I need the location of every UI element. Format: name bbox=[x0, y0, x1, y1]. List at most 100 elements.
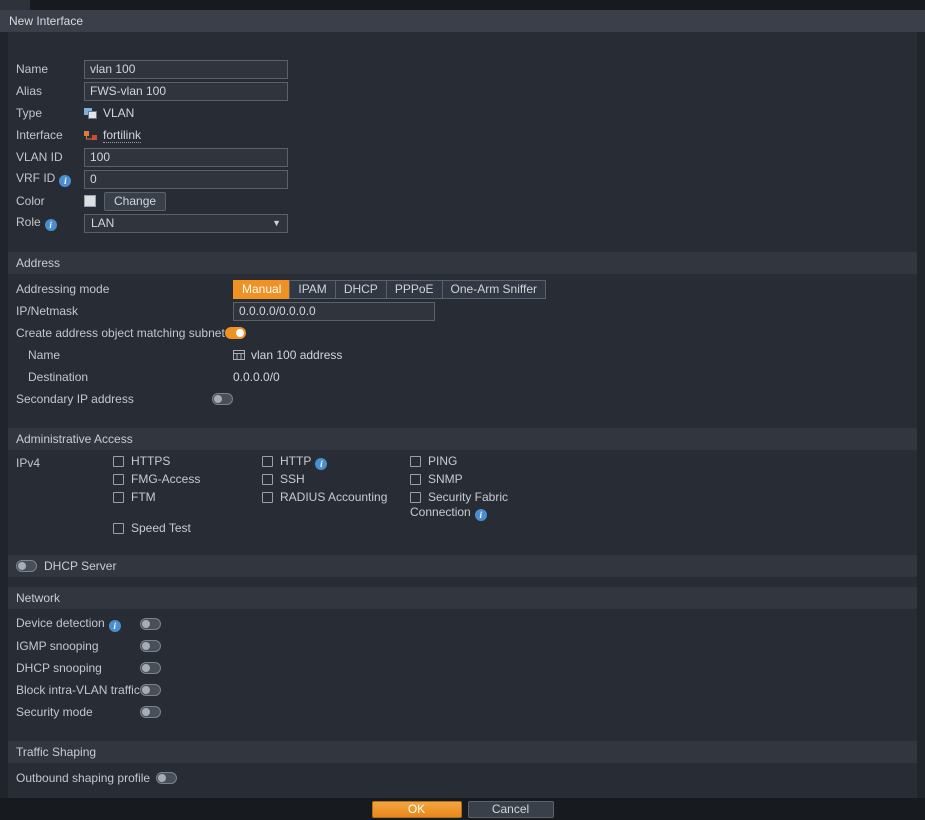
info-icon[interactable] bbox=[44, 219, 57, 231]
checkbox-icon[interactable] bbox=[262, 474, 273, 485]
checkbox-snmp[interactable]: SNMP bbox=[410, 472, 590, 487]
type-value: VLAN bbox=[103, 106, 135, 120]
info-icon[interactable] bbox=[474, 509, 487, 521]
dhcp-snooping-label: DHCP snooping bbox=[16, 661, 102, 675]
addressing-mode-option-ipam[interactable]: IPAM bbox=[289, 279, 336, 299]
role-select[interactable]: LAN ▼ bbox=[84, 213, 288, 233]
address-object-name-value: vlan 100 address bbox=[251, 348, 343, 362]
addressing-mode-segmented: Manual IPAM DHCP PPPoE One-Arm Sniffer bbox=[233, 279, 547, 299]
checkbox-fmg-access[interactable]: FMG-Access bbox=[113, 472, 262, 487]
role-row: Role LAN ▼ bbox=[8, 212, 917, 234]
dhcp-server-row: DHCP Server bbox=[8, 555, 917, 577]
address-object-name-label: Name bbox=[28, 348, 61, 362]
addressing-mode-option-dhcp[interactable]: DHCP bbox=[334, 279, 387, 299]
name-row: Name bbox=[8, 58, 917, 80]
checkbox-icon[interactable] bbox=[410, 456, 421, 467]
outbound-shaping-profile-label: Outbound shaping profile bbox=[16, 771, 151, 785]
type-row: Type VLAN bbox=[8, 102, 917, 124]
addressing-mode-option-pppoe[interactable]: PPPoE bbox=[385, 279, 443, 299]
ipv4-access-block: IPv4 HTTPS HTTP PING FMG-Access SSH SNMP… bbox=[8, 454, 917, 539]
checkbox-ssh[interactable]: SSH bbox=[262, 472, 410, 487]
window-chrome bbox=[0, 0, 925, 10]
security-mode-label: Security mode bbox=[16, 705, 93, 719]
section-header-traffic-shaping: Traffic Shaping bbox=[8, 741, 917, 763]
interface-value-link[interactable]: fortilink bbox=[103, 128, 142, 143]
checkbox-icon[interactable] bbox=[410, 492, 421, 503]
checkbox-icon[interactable] bbox=[262, 492, 273, 503]
checkbox-icon[interactable] bbox=[113, 523, 124, 534]
alias-row: Alias bbox=[8, 80, 917, 102]
color-swatch[interactable] bbox=[84, 195, 96, 207]
addressing-mode-row: Addressing mode Manual IPAM DHCP PPPoE O… bbox=[8, 278, 917, 300]
destination-label: Destination bbox=[28, 370, 89, 384]
checkbox-security-fabric-connection[interactable]: Security Fabric Connection bbox=[410, 490, 514, 521]
vlan-id-label: VLAN ID bbox=[16, 150, 63, 164]
outbound-shaping-profile-toggle[interactable] bbox=[156, 772, 178, 784]
color-row: Color Change bbox=[8, 190, 917, 212]
outbound-shaping-profile-row: Outbound shaping profile bbox=[8, 767, 917, 789]
info-icon[interactable] bbox=[59, 175, 72, 187]
info-icon[interactable] bbox=[315, 458, 328, 470]
igmp-snooping-toggle[interactable] bbox=[140, 640, 161, 652]
checkbox-icon[interactable] bbox=[262, 456, 273, 467]
checkbox-https[interactable]: HTTPS bbox=[113, 454, 262, 469]
toggle-knob bbox=[235, 329, 244, 337]
chrome-tab bbox=[0, 0, 30, 10]
ip-netmask-row: IP/Netmask bbox=[8, 300, 917, 322]
create-address-object-label: Create address object matching subnet bbox=[16, 326, 225, 340]
info-icon[interactable] bbox=[108, 620, 121, 632]
dhcp-server-label: DHCP Server bbox=[44, 559, 117, 573]
checkbox-ping[interactable]: PING bbox=[410, 454, 590, 469]
page-title: New Interface bbox=[9, 14, 84, 28]
ok-button[interactable]: OK bbox=[371, 800, 462, 818]
dhcp-server-toggle[interactable] bbox=[16, 560, 37, 572]
name-label: Name bbox=[16, 62, 49, 76]
dhcp-snooping-toggle[interactable] bbox=[140, 662, 161, 674]
checkbox-http[interactable]: HTTP bbox=[262, 454, 410, 470]
toggle-knob bbox=[142, 708, 150, 716]
alias-input[interactable] bbox=[84, 81, 288, 101]
color-label: Color bbox=[16, 194, 45, 208]
address-object-name-row: Name vlan 100 address bbox=[8, 344, 917, 366]
addressing-mode-label: Addressing mode bbox=[16, 282, 110, 296]
device-detection-toggle[interactable] bbox=[140, 618, 161, 630]
type-label: Type bbox=[16, 106, 43, 120]
device-detection-label: Device detection bbox=[16, 616, 140, 632]
security-mode-row: Security mode bbox=[8, 701, 917, 723]
vrf-id-input[interactable] bbox=[84, 169, 288, 189]
checkbox-speed-test[interactable]: Speed Test bbox=[113, 521, 262, 536]
checkbox-icon[interactable] bbox=[113, 474, 124, 485]
secondary-ip-row: Secondary IP address bbox=[8, 388, 917, 410]
vrf-id-label: VRF ID bbox=[16, 171, 84, 187]
role-selected-value: LAN bbox=[91, 216, 115, 230]
destination-value: 0.0.0.0/0 bbox=[233, 370, 280, 384]
checkbox-ftm[interactable]: FTM bbox=[113, 490, 262, 505]
chevron-down-icon: ▼ bbox=[272, 218, 281, 228]
ip-netmask-input[interactable] bbox=[233, 301, 435, 321]
ip-netmask-label: IP/Netmask bbox=[16, 304, 79, 318]
vlan-id-row: VLAN ID bbox=[8, 146, 917, 168]
block-intra-vlan-traffic-toggle[interactable] bbox=[140, 684, 161, 696]
vlan-id-input[interactable] bbox=[84, 147, 288, 167]
fortilink-icon bbox=[84, 130, 97, 141]
name-input[interactable] bbox=[84, 59, 288, 79]
change-color-button[interactable]: Change bbox=[104, 191, 167, 211]
device-detection-row: Device detection bbox=[8, 613, 917, 635]
secondary-ip-label: Secondary IP address bbox=[16, 392, 134, 406]
checkbox-icon[interactable] bbox=[113, 456, 124, 467]
cancel-button[interactable]: Cancel bbox=[467, 800, 554, 818]
block-intra-vlan-traffic-row: Block intra-VLAN traffic bbox=[8, 679, 917, 701]
block-intra-vlan-traffic-label: Block intra-VLAN traffic bbox=[16, 683, 140, 697]
dialog-title-bar: New Interface bbox=[0, 10, 925, 32]
secondary-ip-toggle[interactable] bbox=[212, 393, 233, 405]
security-mode-toggle[interactable] bbox=[140, 706, 161, 718]
vrf-id-row: VRF ID bbox=[8, 168, 917, 190]
addressing-mode-option-one-arm-sniffer[interactable]: One-Arm Sniffer bbox=[441, 279, 547, 299]
role-label: Role bbox=[16, 215, 84, 231]
addressing-mode-option-manual[interactable]: Manual bbox=[233, 279, 291, 299]
checkbox-radius-accounting[interactable]: RADIUS Accounting bbox=[262, 490, 410, 505]
checkbox-icon[interactable] bbox=[113, 492, 124, 503]
destination-row: Destination 0.0.0.0/0 bbox=[8, 366, 917, 388]
checkbox-icon[interactable] bbox=[410, 474, 421, 485]
create-address-object-toggle[interactable] bbox=[224, 327, 246, 339]
